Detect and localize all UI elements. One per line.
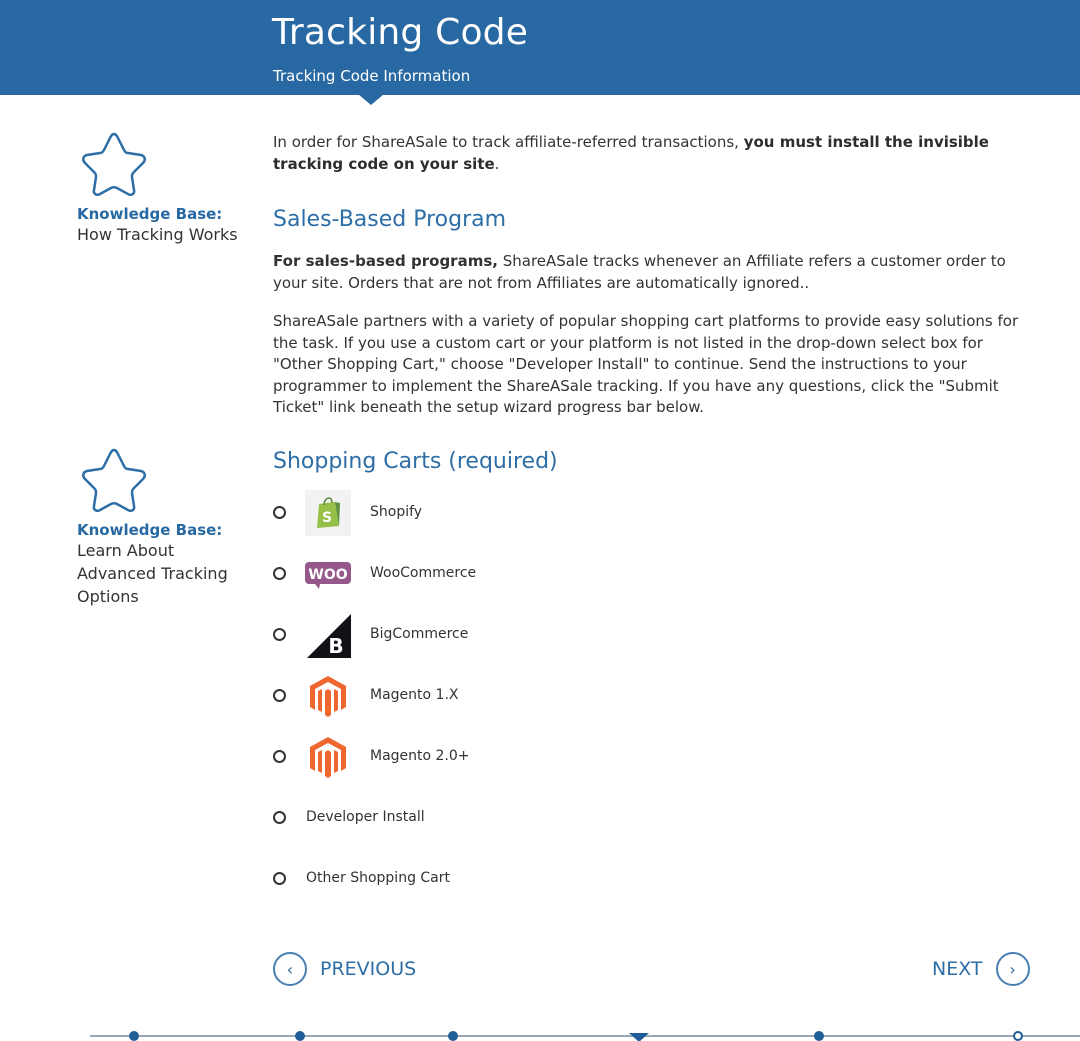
kb-link-line[interactable]: Options [77,585,257,608]
cart-option-label: BigCommerce [370,626,469,642]
header-pointer-caret [358,94,384,105]
shopify-logo-icon: S [305,490,351,536]
cart-option-other[interactable]: Other Shopping Cart [272,856,772,902]
radio-button[interactable] [273,689,286,702]
star-icon [82,448,146,512]
chevron-left-icon: ‹ [273,952,307,986]
magento-logo-icon [310,676,346,717]
intro-text-end: . [494,154,500,173]
intro-text-start: In order for ShareASale to track affilia… [273,133,744,151]
progress-current-step-marker [629,1033,649,1041]
cart-option-magento-1x[interactable]: Magento 1.X [272,673,772,719]
progress-step-complete[interactable] [448,1031,458,1041]
svg-text:S: S [322,510,332,526]
chevron-right-icon: › [995,952,1030,986]
cart-option-label: Developer Install [306,809,425,825]
previous-label: PREVIOUS [320,958,417,980]
progress-step-complete[interactable] [129,1031,139,1041]
radio-button[interactable] [273,750,286,763]
shopping-cart-instructions: ShareASale partners with a variety of po… [273,312,1019,416]
radio-button[interactable] [273,872,286,885]
progress-step-incomplete[interactable] [1013,1031,1023,1041]
cart-option-label: Magento 2.0+ [370,748,470,764]
cart-option-label: Other Shopping Cart [306,870,450,886]
radio-button[interactable] [273,506,286,519]
knowledge-base-tracking[interactable]: Knowledge Base: How Tracking Works [77,130,257,246]
kb-link-line[interactable]: Advanced Tracking [77,562,257,585]
svg-text:WOO: WOO [308,567,347,583]
section-title-sales-program: Sales-Based Program [273,207,507,232]
woocommerce-logo-icon: WOO [305,562,351,589]
progress-step-complete[interactable] [814,1031,824,1041]
cart-option-shopify[interactable]: S Shopify [272,490,772,536]
progress-step-complete[interactable] [295,1031,305,1041]
radio-button[interactable] [273,811,286,824]
radio-button[interactable] [273,567,286,580]
star-icon [82,132,146,196]
kb-link-line[interactable]: Learn About [77,539,257,562]
svg-text:B: B [328,634,343,658]
cart-option-woocommerce[interactable]: WOO WooCommerce [272,551,772,597]
page-subtitle: Tracking Code Information [273,67,471,85]
kb-label: Knowledge Base: [77,205,223,223]
kb-link-how-tracking-works[interactable]: How Tracking Works [77,223,257,246]
cart-option-label: Magento 1.X [370,687,459,703]
sales-program-description: For sales-based programs, ShareASale tra… [273,251,1033,294]
page-title: Tracking Code [272,12,529,53]
next-button[interactable]: NEXT › [932,952,1030,986]
next-label: NEXT [932,958,983,980]
page-header: Tracking Code Tracking Code Information [0,0,1080,95]
kb-label: Knowledge Base: [77,521,223,539]
cart-option-label: WooCommerce [370,565,477,581]
section-title-shopping-carts: Shopping Carts (required) [273,449,558,474]
cart-option-developer-install[interactable]: Developer Install [272,795,772,841]
previous-button[interactable]: ‹ PREVIOUS [273,952,416,986]
knowledge-base-advanced-tracking[interactable]: Knowledge Base: Learn About Advanced Tra… [77,446,257,608]
cart-option-label: Shopify [370,504,423,520]
magento-logo-icon [310,737,346,778]
cart-option-magento-2[interactable]: Magento 2.0+ [272,734,772,780]
sales-program-bold: For sales-based programs, [273,252,498,270]
intro-text: In order for ShareASale to track affilia… [273,132,1033,175]
radio-button[interactable] [273,628,286,641]
bigcommerce-logo-icon: B [307,614,351,658]
cart-option-bigcommerce[interactable]: B BigCommerce [272,612,772,658]
wizard-progress-bar [90,1035,1080,1037]
